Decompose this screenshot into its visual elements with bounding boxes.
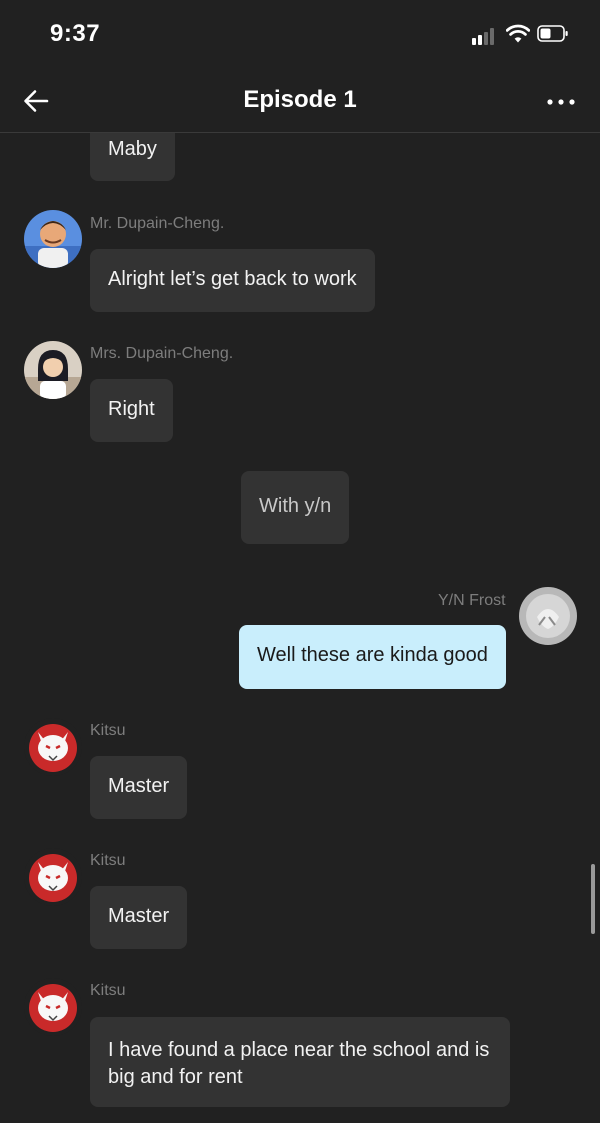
battery-icon — [537, 25, 568, 42]
sender-name: Kitsu — [90, 722, 126, 739]
message-bubble-self[interactable]: Well these are kinda good — [239, 625, 506, 689]
sender-name: Kitsu — [90, 982, 126, 999]
status-time: 9:37 — [50, 20, 101, 47]
avatar-self[interactable] — [519, 587, 577, 645]
page-title: Episode 1 — [243, 86, 357, 113]
scrollbar-thumb[interactable] — [591, 864, 595, 934]
message-bubble[interactable]: I have found a place near the school and… — [90, 1017, 510, 1107]
avatar-mrs-dupain-cheng[interactable] — [24, 341, 82, 399]
chat-header: Episode 1 — [0, 68, 600, 133]
avatar-mr-dupain-cheng[interactable] — [24, 210, 82, 268]
sender-name: Mrs. Dupain-Cheng. — [90, 345, 234, 362]
message-bubble[interactable]: Master — [90, 886, 188, 949]
sender-name: Mr. Dupain-Cheng. — [90, 215, 225, 232]
wifi-icon — [506, 24, 530, 43]
sender-name: Y/N Frost — [438, 592, 506, 609]
narration-bubble[interactable]: With y/n — [241, 471, 350, 544]
message-bubble[interactable]: Master — [90, 756, 188, 819]
chat-thread[interactable]: Maby Mr. Dupain-Cheng. Alright let’s get… — [0, 133, 600, 1123]
message-bubble[interactable]: Right — [90, 379, 173, 442]
message-bubble[interactable]: Maby — [90, 133, 175, 181]
status-bar: 9:37 — [0, 0, 600, 68]
avatar-kitsu[interactable] — [24, 848, 82, 906]
avatar-kitsu[interactable] — [24, 718, 82, 776]
message-bubble[interactable]: Alright let’s get back to work — [90, 249, 375, 312]
signal-icon — [472, 27, 498, 45]
sender-name: Kitsu — [90, 852, 126, 869]
avatar-kitsu[interactable] — [24, 978, 82, 1036]
more-horizontal-icon[interactable] — [546, 98, 576, 106]
